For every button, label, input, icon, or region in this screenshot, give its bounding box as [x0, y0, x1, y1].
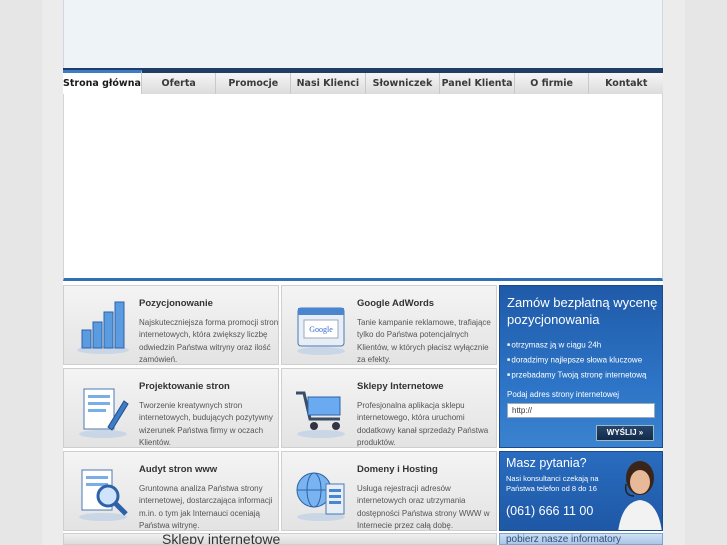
phone-number: (061) 666 11 00	[506, 504, 594, 518]
nav-item-promotions[interactable]: Promocje	[216, 73, 292, 94]
nav-item-glossary[interactable]: Słowniczek	[365, 73, 441, 94]
list-item: otrzymasz ją w ciągu 24h	[507, 338, 646, 353]
service-tile-audit[interactable]: Audyt stron www Gruntowna analiza Państw…	[63, 451, 279, 531]
service-tile-seo[interactable]: Pozycjonowanie Najskuteczniejsza forma p…	[63, 285, 279, 365]
bottom-side-text: pobierz nasze informatory	[506, 534, 622, 545]
help-desc: Nasi konsultanci czekają na Państwa tele…	[506, 474, 599, 493]
nav-item-about[interactable]: O firmie	[514, 73, 590, 94]
nav-item-clients[interactable]: Nasi Klienci	[291, 73, 366, 94]
send-button[interactable]: WYŚLIJ »	[596, 425, 654, 441]
main-nav: Strona główna Oferta Promocje Nasi Klien…	[63, 68, 664, 94]
banner-area	[63, 94, 663, 281]
magnifier-document-icon	[79, 469, 128, 521]
bar-chart-icon	[77, 301, 129, 354]
tile-desc: Gruntowna analiza Państwa strony interne…	[139, 484, 273, 530]
tile-title: Google AdWords	[357, 298, 435, 309]
url-input[interactable]	[507, 403, 655, 418]
bottom-banner-title: Sklepy internetowe	[162, 533, 281, 545]
bottom-banner[interactable]: Sklepy internetowe	[63, 533, 497, 545]
service-tile-webdesign[interactable]: Projektowanie stron Tworzenie kreatywnyc…	[63, 368, 279, 448]
tile-title: Projektowanie stron	[139, 381, 230, 392]
page: Strona główna Oferta Promocje Nasi Klien…	[63, 0, 664, 545]
tile-title: Audyt stron www	[139, 464, 218, 475]
url-field-label: Podaj adres strony internetowej	[507, 390, 620, 399]
tile-desc: Profesjonalna aplikacja sklepu interneto…	[357, 401, 489, 447]
globe-server-icon	[296, 472, 345, 521]
list-item: przebadamy Twoją stronę internetową	[507, 368, 646, 383]
contact-help-box[interactable]: Masz pytania? Nasi konsultanci czekają n…	[499, 451, 663, 531]
header-band	[63, 0, 663, 68]
shopping-cart-icon	[296, 391, 345, 438]
list-item: doradzimy najlepsze słowa kluczowe	[507, 353, 646, 368]
bottom-side-banner[interactable]: pobierz nasze informatory	[499, 533, 663, 545]
help-title: Masz pytania?	[506, 456, 587, 470]
service-tile-adwords[interactable]: Google Google AdWords Tanie kampanie rek…	[281, 285, 497, 365]
quote-request-box: Zamów bezpłatną wycenę pozycjonowania ot…	[499, 285, 663, 448]
tile-desc: Usługa rejestracji adresów internetowych…	[357, 484, 490, 530]
nav-item-client-panel[interactable]: Panel Klienta	[440, 73, 515, 94]
tile-desc: Tanie kampanie reklamowe, trafiające tyl…	[357, 318, 491, 364]
quote-benefits-list: otrzymasz ją w ciągu 24h doradzimy najle…	[507, 338, 646, 383]
tile-desc: Najskuteczniejsza forma promocji stron i…	[139, 318, 279, 364]
service-tile-shops[interactable]: Sklepy Internetowe Profesjonalna aplikac…	[281, 368, 497, 448]
tile-title: Sklepy Internetowe	[357, 381, 444, 392]
consultant-photo	[618, 461, 662, 530]
service-tile-hosting[interactable]: Domeny i Hosting Usługa rejestracji adre…	[281, 451, 497, 531]
document-pencil-icon	[79, 388, 129, 438]
svg-text:Google: Google	[309, 325, 333, 334]
tile-title: Pozycjonowanie	[139, 298, 213, 309]
nav-item-offer[interactable]: Oferta	[141, 73, 217, 94]
nav-item-contact[interactable]: Kontakt	[589, 73, 664, 94]
tile-title: Domeny i Hosting	[357, 464, 438, 475]
google-window-icon: Google	[297, 307, 345, 355]
quote-title: Zamów bezpłatną wycenę pozycjonowania	[507, 295, 658, 327]
tile-desc: Tworzenie kreatywnych stron internetowyc…	[139, 401, 273, 447]
nav-item-home[interactable]: Strona główna	[63, 70, 142, 94]
